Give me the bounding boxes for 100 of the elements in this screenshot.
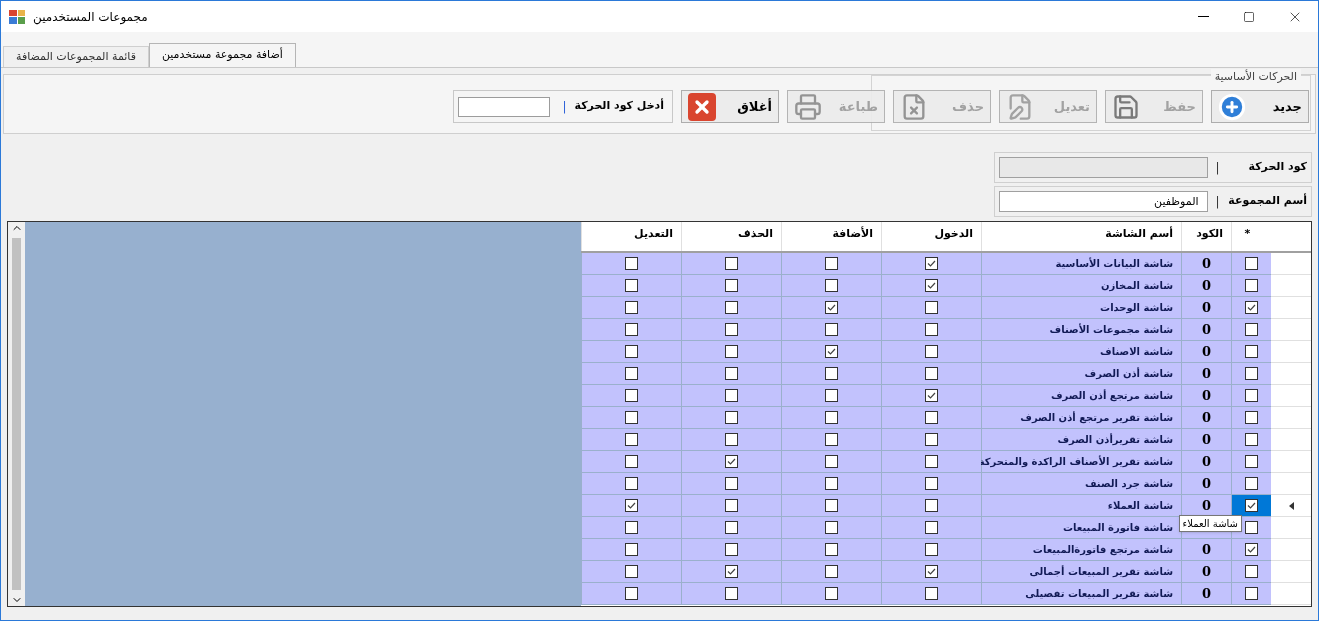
checkbox[interactable] [625, 257, 638, 270]
checkbox[interactable] [1245, 499, 1258, 512]
new-button[interactable]: جديد [1211, 90, 1309, 123]
code-cell: 0 [1181, 363, 1231, 385]
checkbox[interactable] [1245, 257, 1258, 270]
checkbox[interactable] [825, 433, 838, 446]
code-cell: 0 [1181, 583, 1231, 605]
checkbox[interactable] [825, 587, 838, 600]
checkbox[interactable] [1245, 279, 1258, 292]
column-header[interactable]: * [1231, 222, 1271, 251]
checkbox[interactable] [825, 323, 838, 336]
tab[interactable]: أضافة مجموعة مستخدمين [148, 43, 296, 67]
checkbox[interactable] [925, 565, 938, 578]
checkbox[interactable] [1245, 323, 1258, 336]
tooltip: شاشة العملاء [1178, 515, 1242, 532]
checkbox[interactable] [1245, 301, 1258, 314]
checkbox[interactable] [725, 389, 738, 402]
checkbox[interactable] [925, 521, 938, 534]
checkbox[interactable] [725, 323, 738, 336]
code-cell: 0 [1181, 275, 1231, 297]
tab[interactable]: قائمة المجموعات المضافة [3, 46, 149, 67]
checkbox[interactable] [1245, 587, 1258, 600]
column-header[interactable]: الحذف [681, 222, 781, 251]
checkbox[interactable] [625, 499, 638, 512]
checkbox[interactable] [725, 499, 738, 512]
checkbox[interactable] [825, 455, 838, 468]
checkbox[interactable] [825, 499, 838, 512]
checkbox[interactable] [625, 389, 638, 402]
code-search-field[interactable] [458, 96, 551, 117]
checkbox[interactable] [725, 543, 738, 556]
checkbox[interactable] [925, 433, 938, 446]
checkbox[interactable] [925, 587, 938, 600]
checkbox[interactable] [1245, 521, 1258, 534]
checkbox[interactable] [725, 301, 738, 314]
column-header[interactable]: الأضافة [781, 222, 881, 251]
checkbox[interactable] [925, 499, 938, 512]
checkbox[interactable] [725, 455, 738, 468]
checkbox[interactable] [625, 565, 638, 578]
column-header[interactable]: أسم الشاشة [981, 222, 1181, 251]
checkbox[interactable] [825, 367, 838, 380]
checkbox[interactable] [625, 433, 638, 446]
checkbox[interactable] [825, 257, 838, 270]
close-button[interactable]: أغلاق [681, 90, 779, 123]
scrollbar[interactable] [8, 222, 25, 606]
checkbox[interactable] [625, 543, 638, 556]
checkbox[interactable] [725, 433, 738, 446]
checkbox[interactable] [925, 301, 938, 314]
checkbox[interactable] [725, 587, 738, 600]
checkbox[interactable] [1245, 477, 1258, 490]
checkbox[interactable] [825, 565, 838, 578]
checkbox[interactable] [1245, 433, 1258, 446]
checkbox[interactable] [925, 345, 938, 358]
checkbox[interactable] [825, 345, 838, 358]
checkbox[interactable] [625, 367, 638, 380]
checkbox[interactable] [725, 565, 738, 578]
checkbox[interactable] [625, 301, 638, 314]
checkbox[interactable] [825, 521, 838, 534]
plus-icon [1218, 92, 1246, 121]
checkbox[interactable] [1245, 455, 1258, 468]
checkbox[interactable] [925, 455, 938, 468]
checkbox[interactable] [725, 257, 738, 270]
checkbox[interactable] [825, 389, 838, 402]
checkbox[interactable] [1245, 565, 1258, 578]
checkbox[interactable] [825, 477, 838, 490]
checkbox[interactable] [625, 411, 638, 424]
checkbox[interactable] [925, 323, 938, 336]
checkbox[interactable] [625, 521, 638, 534]
checkbox[interactable] [1245, 389, 1258, 402]
checkbox[interactable] [625, 345, 638, 358]
checkbox[interactable] [725, 521, 738, 534]
checkbox[interactable] [625, 587, 638, 600]
column-header[interactable]: الدخول [881, 222, 981, 251]
checkbox[interactable] [1245, 345, 1258, 358]
column-header[interactable]: الكود [1181, 222, 1231, 251]
checkbox[interactable] [1245, 543, 1258, 556]
checkbox[interactable] [725, 367, 738, 380]
checkbox[interactable] [925, 543, 938, 556]
checkbox[interactable] [825, 543, 838, 556]
checkbox[interactable] [1245, 367, 1258, 380]
checkbox[interactable] [725, 345, 738, 358]
checkbox[interactable] [925, 279, 938, 292]
checkbox[interactable] [925, 411, 938, 424]
checkbox[interactable] [925, 257, 938, 270]
text-field[interactable]: الموظفين [999, 191, 1208, 212]
screen-name-cell: شاشة تقريرأذن الصرف [981, 429, 1181, 451]
checkbox[interactable] [625, 455, 638, 468]
checkbox[interactable] [725, 477, 738, 490]
checkbox[interactable] [625, 279, 638, 292]
checkbox[interactable] [825, 301, 838, 314]
checkbox[interactable] [625, 323, 638, 336]
checkbox[interactable] [925, 477, 938, 490]
checkbox[interactable] [625, 477, 638, 490]
checkbox[interactable] [1245, 411, 1258, 424]
checkbox[interactable] [825, 411, 838, 424]
checkbox[interactable] [725, 279, 738, 292]
checkbox[interactable] [825, 279, 838, 292]
checkbox[interactable] [725, 411, 738, 424]
checkbox[interactable] [925, 389, 938, 402]
checkbox[interactable] [925, 367, 938, 380]
column-header[interactable]: التعديل [581, 222, 681, 251]
